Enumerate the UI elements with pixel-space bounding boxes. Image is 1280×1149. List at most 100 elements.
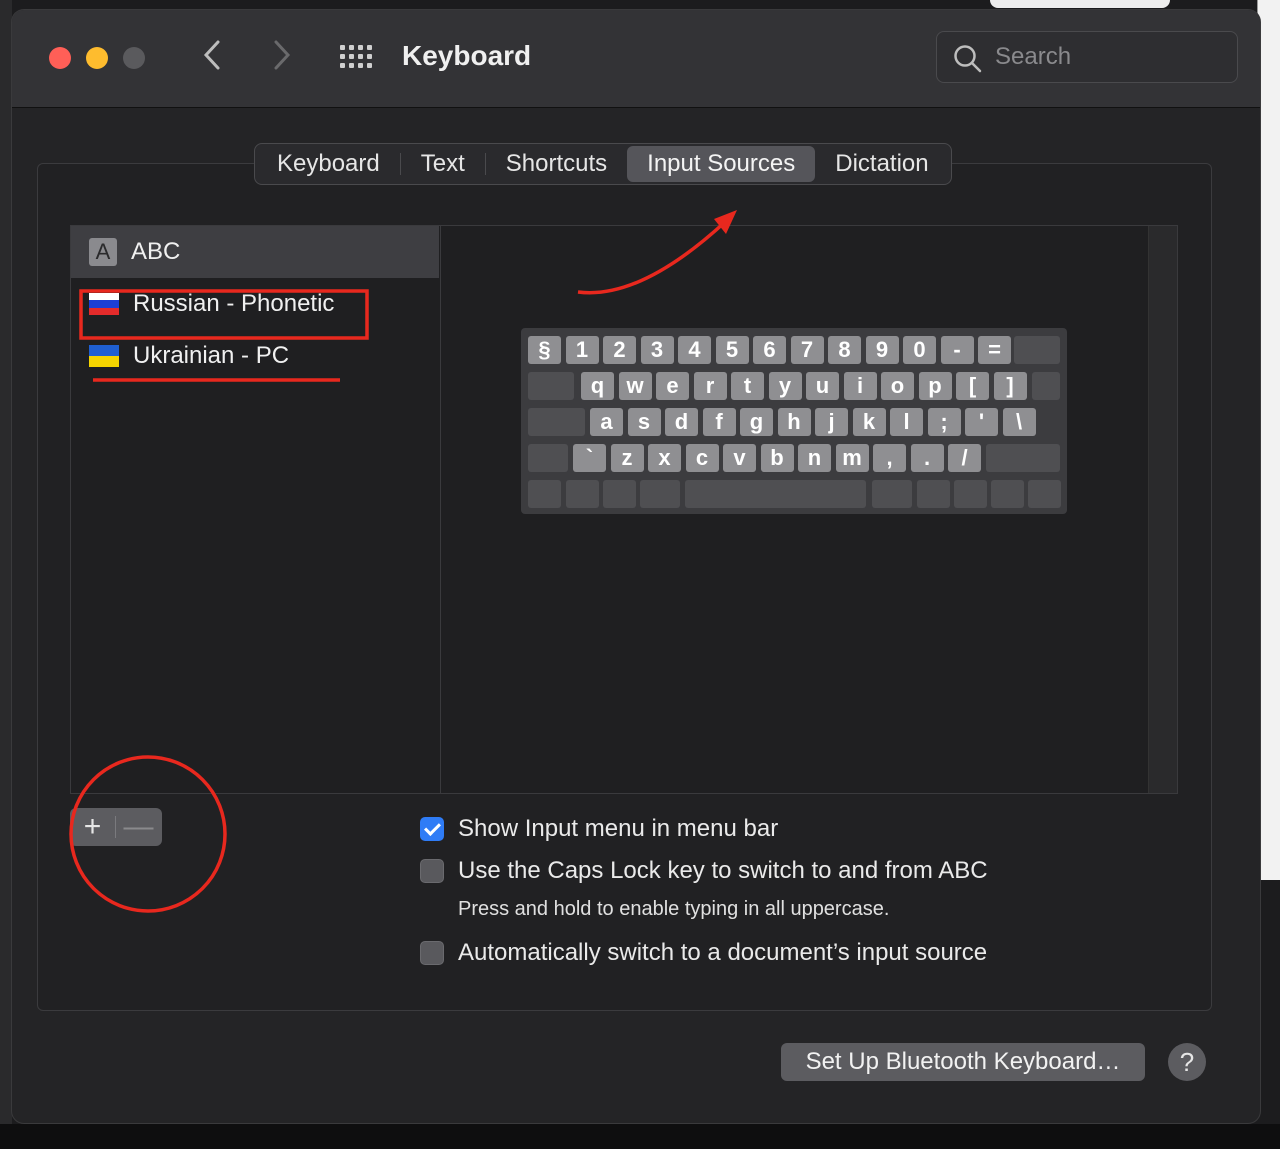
grid-dot: [358, 45, 363, 50]
grid-dot: [358, 54, 363, 59]
keyboard-key: l: [890, 408, 923, 436]
grid-dot: [367, 54, 372, 59]
grid-dot: [349, 63, 354, 68]
caps-lock-checkbox[interactable]: [420, 859, 444, 883]
add-remove-control: + —: [70, 808, 162, 846]
add-source-button[interactable]: +: [70, 809, 115, 845]
keyboard-key: z: [610, 444, 644, 472]
tab-dictation[interactable]: Dictation: [815, 146, 948, 182]
keyboard-modifier-key: [640, 480, 680, 508]
grid-dot: [367, 63, 372, 68]
remove-source-button[interactable]: —: [116, 809, 161, 845]
search-field[interactable]: [936, 31, 1238, 83]
keyboard-key: ;: [927, 408, 961, 436]
keyboard-key: 8: [828, 336, 861, 364]
keyboard-modifier-key: [872, 480, 912, 508]
keyboard-key: 2: [603, 336, 636, 364]
close-button[interactable]: [49, 47, 71, 69]
window-title: Keyboard: [402, 40, 532, 71]
keyboard-modifier-key: [685, 480, 866, 508]
keyboard-key: 3: [640, 336, 674, 364]
option-label: Automatically switch to a document’s inp…: [458, 939, 988, 966]
scrollbar[interactable]: [1148, 226, 1177, 793]
keyboard-modifier-key: [528, 372, 574, 400]
grid-dot: [340, 63, 345, 68]
keyboard-key: f: [702, 408, 736, 436]
tab-bar: Keyboard Text Shortcuts Input Sources Di…: [254, 143, 952, 185]
keyboard-key: §: [528, 336, 561, 364]
list-item-label: Russian - Phonetic: [133, 290, 335, 317]
search-icon: [954, 45, 982, 73]
keyboard-key: \: [1002, 408, 1036, 436]
list-item-russian-phonetic[interactable]: Russian - Phonetic: [71, 278, 439, 330]
keyboard-key: 9: [865, 336, 899, 364]
keyboard-key: n: [798, 444, 831, 472]
option-show-input-menu[interactable]: Show Input menu in menu bar: [420, 815, 778, 843]
grid-dot: [340, 54, 345, 59]
keyboard-key: ': [965, 408, 998, 436]
keyboard-key: =: [978, 336, 1011, 364]
zoom-button[interactable]: [123, 47, 145, 69]
russia-flag-icon: [89, 293, 119, 315]
list-item-label: Ukrainian - PC: [133, 342, 290, 369]
list-item-abc[interactable]: A ABC: [71, 226, 439, 278]
set-up-bluetooth-keyboard-button[interactable]: Set Up Bluetooth Keyboard…: [781, 1043, 1145, 1081]
keyboard-modifier-key: [528, 444, 568, 472]
keyboard-key: 0: [903, 336, 936, 364]
auto-switch-checkbox[interactable]: [420, 941, 444, 965]
ukraine-flag-icon: [89, 345, 119, 367]
show-input-menu-checkbox[interactable]: [420, 817, 444, 841]
keyboard-key: q: [581, 372, 614, 400]
caps-lock-hint: Press and hold to enable typing in all u…: [458, 898, 890, 920]
keyboard-layout-preview: § 1 2 3 4 5 6 7 8 9 0- = q w e r t y u i o p[] a s d f g h j k l; ' \ ` z x…: [521, 328, 1067, 514]
tab-keyboard[interactable]: Keyboard: [257, 146, 400, 182]
grid-dot: [349, 54, 354, 59]
keyboard-key: m: [835, 444, 869, 472]
background-window-edge: [990, 0, 1170, 8]
keyboard-modifier-key: [917, 480, 950, 508]
keyboard-key: a: [590, 408, 623, 436]
keyboard-key: x: [648, 444, 681, 472]
forward-button[interactable]: [270, 38, 294, 81]
keyboard-key: c: [685, 444, 719, 472]
keyboard-key: i: [843, 372, 877, 400]
chevron-right-icon: [274, 40, 291, 70]
show-all-grid-icon[interactable]: [340, 45, 374, 71]
option-auto-switch[interactable]: Automatically switch to a document’s inp…: [420, 939, 987, 967]
keyboard-modifier-key: [1028, 480, 1061, 508]
keyboard-key: u: [806, 372, 839, 400]
keyboard-key: `: [573, 444, 606, 472]
keyboard-key: w: [618, 372, 652, 400]
search-input[interactable]: [993, 40, 1227, 74]
keyboard-key: r: [693, 372, 727, 400]
keyboard-key: 6: [753, 336, 786, 364]
keyboard-key: e: [656, 372, 689, 400]
keyboard-key: j: [815, 408, 848, 436]
keyboard-key: t: [731, 372, 764, 400]
keyboard-modifier-key: [991, 480, 1024, 508]
option-caps-lock-switch[interactable]: Use the Caps Lock key to switch to and f…: [420, 857, 988, 885]
keyboard-key: d: [665, 408, 698, 436]
letter-a-icon: A: [89, 238, 117, 266]
keyboard-key: y: [768, 372, 802, 400]
tab-input-sources[interactable]: Input Sources: [627, 146, 816, 182]
keyboard-modifier-key: [1014, 336, 1060, 364]
tab-text[interactable]: Text: [401, 146, 485, 182]
background-terminal-edge: [1257, 0, 1280, 880]
help-button[interactable]: ?: [1168, 1043, 1206, 1081]
keyboard-key: /: [948, 444, 981, 472]
background-edge: [0, 1124, 1280, 1149]
grid-dot: [340, 45, 345, 50]
keyboard-key: 7: [790, 336, 824, 364]
list-item-ukrainian-pc[interactable]: Ukrainian - PC: [71, 330, 439, 382]
back-button[interactable]: [200, 38, 224, 81]
option-label: Show Input menu in menu bar: [458, 815, 779, 842]
background-window-edge: [0, 0, 12, 1149]
keyboard-key: h: [777, 408, 811, 436]
grid-dot: [349, 45, 354, 50]
keyboard-key: 5: [715, 336, 749, 364]
minimize-button[interactable]: [86, 47, 108, 69]
tab-shortcuts[interactable]: Shortcuts: [486, 146, 627, 182]
keyboard-key: 4: [678, 336, 711, 364]
keyboard-modifier-key: [1032, 372, 1060, 400]
